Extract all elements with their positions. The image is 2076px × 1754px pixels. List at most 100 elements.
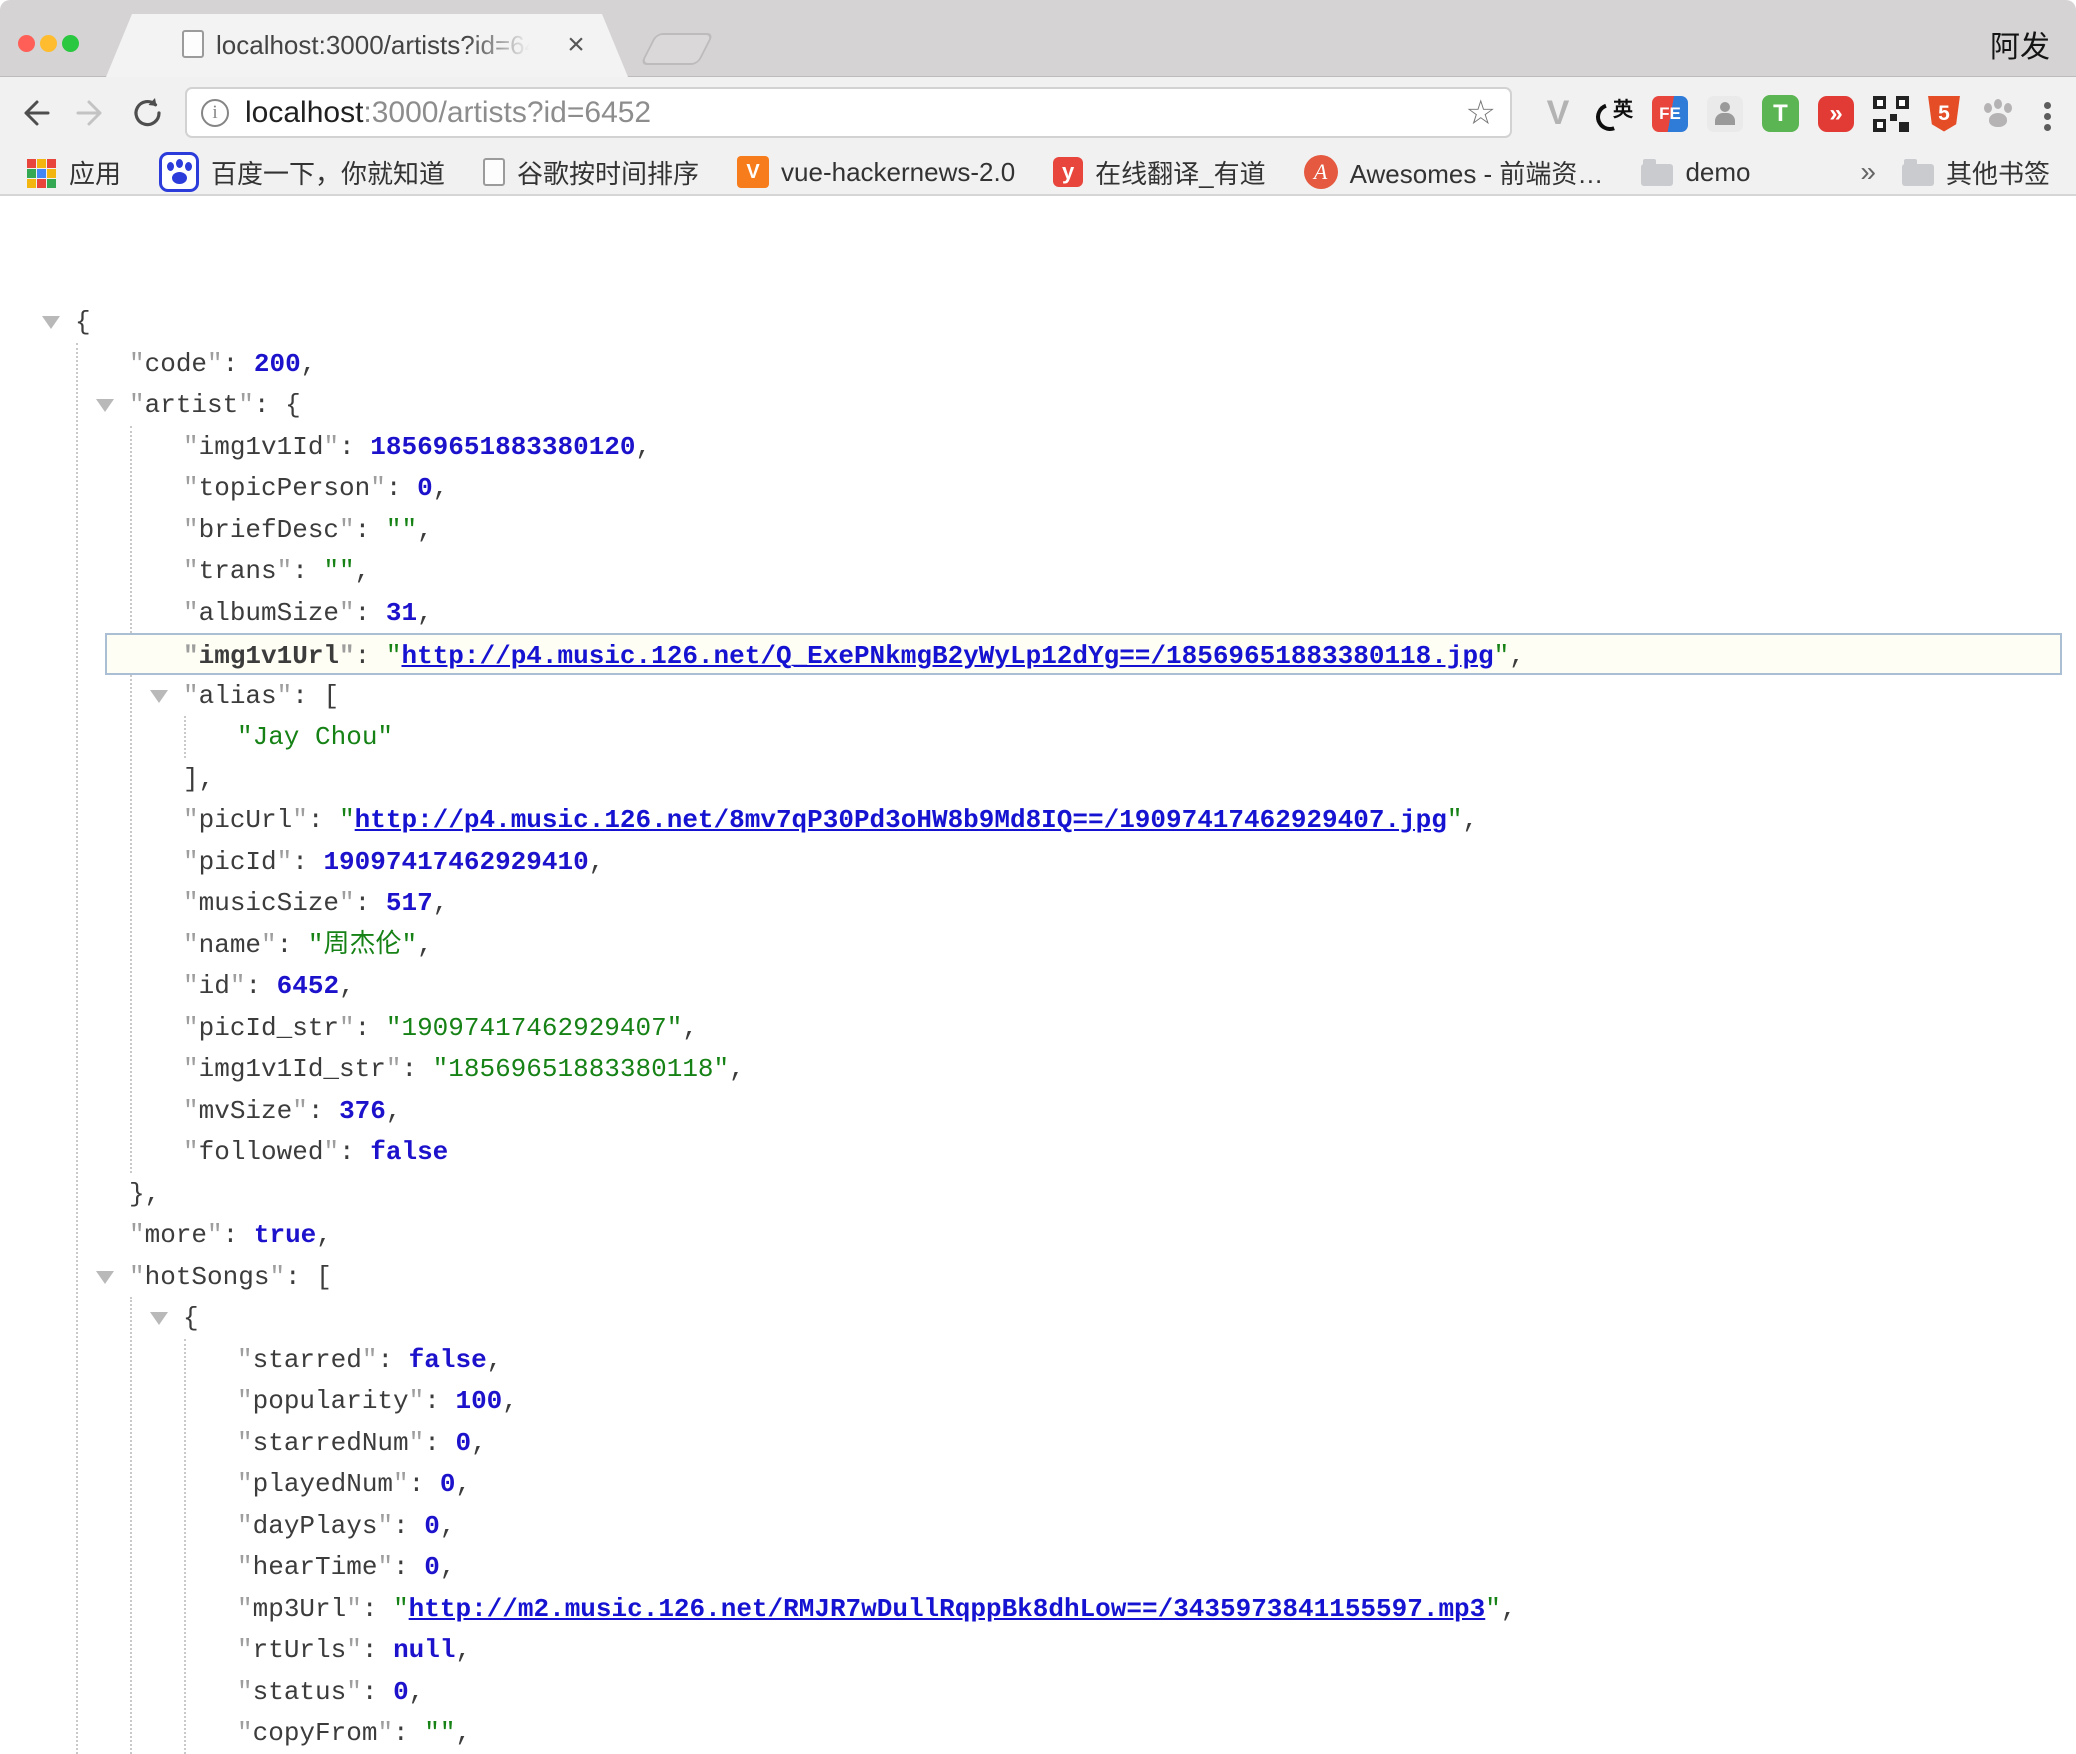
bookmark-item[interactable]: demo xyxy=(1641,157,1750,188)
tab-close-icon[interactable]: × xyxy=(558,28,594,64)
bookmark-star-icon[interactable]: ☆ xyxy=(1466,93,1496,133)
paw-icon[interactable] xyxy=(1979,95,2017,133)
key-quote: " xyxy=(409,1428,425,1458)
bookmark-item[interactable]: Vvue-hackernews-2.0 xyxy=(737,156,1015,188)
html5-helper-icon[interactable]: 5 xyxy=(1928,96,1960,132)
key-quote: " xyxy=(183,598,199,628)
json-value-number: 31 xyxy=(386,598,417,628)
window-close-button[interactable] xyxy=(18,35,35,52)
other-bookmarks-folder[interactable]: 其他书签 xyxy=(1902,154,2050,191)
video-speed-icon[interactable]: » xyxy=(1818,96,1854,132)
bookmarks-overflow-chevron-icon[interactable]: » xyxy=(1860,156,1876,188)
key-quote: " xyxy=(129,1220,145,1250)
key-quote: " xyxy=(183,1054,199,1084)
json-value-link[interactable]: http://p4.music.126.net/8mv7qP30Pd3oHW8b… xyxy=(355,805,1447,835)
bookmarks-bar: 应用 百度一下，你就知道 谷歌按时间排序 Vvue-hackernews-2.0 y在线… xyxy=(0,150,2076,196)
json-value-bool: false xyxy=(370,1137,448,1167)
user-sitemap-icon[interactable] xyxy=(1707,96,1743,132)
browser-tab[interactable]: localhost:3000/artists?id=645 × xyxy=(106,14,628,77)
comma: , xyxy=(440,1511,456,1541)
address-bar[interactable]: i localhost:3000/artists?id=6452 ☆ xyxy=(185,87,1512,138)
colon: : xyxy=(223,349,254,379)
tab-strip: localhost:3000/artists?id=645 × 阿发 xyxy=(0,0,2076,77)
vue-devtools-icon[interactable]: V xyxy=(1540,94,1576,133)
key-quote: " xyxy=(292,1096,308,1126)
json-line-starredNum: "starredNum": 0, xyxy=(0,1422,2076,1464)
comma: , xyxy=(455,1469,471,1499)
bookmark-item[interactable]: AAwesomes - 前端资… xyxy=(1304,154,1604,191)
key-quote: " xyxy=(237,1469,253,1499)
json-value-bool: false xyxy=(409,1345,487,1375)
key-quote: " xyxy=(183,888,199,918)
bookmark-item[interactable]: 应用 xyxy=(26,154,121,191)
colon: : xyxy=(424,1386,455,1416)
back-button[interactable] xyxy=(16,95,52,131)
url-text: localhost:3000/artists?id=6452 xyxy=(245,96,1456,130)
qrcode-icon[interactable] xyxy=(1873,96,1909,132)
key-quote: " xyxy=(183,1096,199,1126)
bookmark-item[interactable]: 百度一下，你就知道 xyxy=(159,152,445,192)
collapse-arrow-icon[interactable] xyxy=(96,1271,114,1284)
bookmark-item[interactable]: y在线翻译_有道 xyxy=(1053,154,1265,191)
json-value-link[interactable]: http://m2.music.126.net/RMJR7wDullRqppBk… xyxy=(409,1594,1486,1624)
key-quote: " xyxy=(323,432,339,462)
string-quote: " xyxy=(393,1594,409,1624)
comma: , xyxy=(440,1552,456,1582)
json-value-string: "Jay Chou" xyxy=(237,722,393,752)
json-key: img1v1Id xyxy=(199,432,324,462)
collapse-arrow-icon[interactable] xyxy=(150,1312,168,1325)
key-quote: " xyxy=(129,1262,145,1292)
key-quote: " xyxy=(183,1137,199,1167)
key-quote: " xyxy=(129,390,145,420)
comma: , xyxy=(636,432,652,462)
json-value-number: 100 xyxy=(455,1386,502,1416)
colon: : xyxy=(355,515,386,545)
collapse-arrow-icon[interactable] xyxy=(42,316,60,329)
json-value-number: 0 xyxy=(417,473,433,503)
json-value-string: "" xyxy=(323,556,354,586)
json-line-popularity: "popularity": 100, xyxy=(0,1380,2076,1422)
json-line-topicPerson: "topicPerson": 0, xyxy=(0,467,2076,509)
new-tab-button[interactable] xyxy=(640,33,714,65)
extensions-bar: V英 FE T » 5 xyxy=(1540,77,2017,150)
json-value-link[interactable]: http://p4.music.126.net/Q_ExePNkmgB2yWyL… xyxy=(401,641,1493,671)
json-line-img1v1Id: "img1v1Id": 18569651883380120, xyxy=(0,426,2076,468)
youdao-translate-icon[interactable]: 英 xyxy=(1595,95,1633,133)
json-key: picUrl xyxy=(199,805,293,835)
comma: , xyxy=(487,1345,503,1375)
json-line-id: "id": 6452, xyxy=(0,965,2076,1007)
baidu-icon xyxy=(159,152,199,192)
tampermonkey-icon[interactable]: T xyxy=(1762,95,1799,132)
forward-button[interactable] xyxy=(74,95,110,131)
page-info-icon[interactable]: i xyxy=(201,99,229,127)
collapse-arrow-icon[interactable] xyxy=(96,399,114,412)
json-value-string: "周杰伦" xyxy=(308,930,417,960)
key-quote: " xyxy=(377,1511,393,1541)
page-favicon-icon xyxy=(182,30,204,58)
comma: , xyxy=(455,1635,471,1665)
comma: , xyxy=(1509,641,1525,671)
json-key: mvSize xyxy=(199,1096,293,1126)
json-key: topicPerson xyxy=(199,473,371,503)
key-quote: " xyxy=(183,556,199,586)
kebab-menu-icon[interactable] xyxy=(2044,102,2052,132)
json-key: popularity xyxy=(253,1386,409,1416)
fehelper-icon[interactable]: FE xyxy=(1652,96,1688,132)
profile-name[interactable]: 阿发 xyxy=(1990,22,2050,66)
window-fullscreen-button[interactable] xyxy=(62,35,79,52)
bookmark-label: 谷歌按时间排序 xyxy=(517,154,699,191)
bookmark-label: 应用 xyxy=(69,154,121,191)
json-key: name xyxy=(199,930,261,960)
bracket: ], xyxy=(183,764,214,794)
string-quote: " xyxy=(1494,641,1510,671)
json-value-number: 200 xyxy=(254,349,301,379)
comma: , xyxy=(1462,805,1478,835)
window-minimize-button[interactable] xyxy=(40,35,57,52)
json-line-briefDesc: "briefDesc": "", xyxy=(0,509,2076,551)
reload-button[interactable] xyxy=(130,95,166,131)
json-key: rtUrls xyxy=(253,1635,347,1665)
key-quote: " xyxy=(183,432,199,462)
json-line-albumSize: "albumSize": 31, xyxy=(0,592,2076,634)
collapse-arrow-icon[interactable] xyxy=(150,690,168,703)
bookmark-item[interactable]: 谷歌按时间排序 xyxy=(483,154,699,191)
